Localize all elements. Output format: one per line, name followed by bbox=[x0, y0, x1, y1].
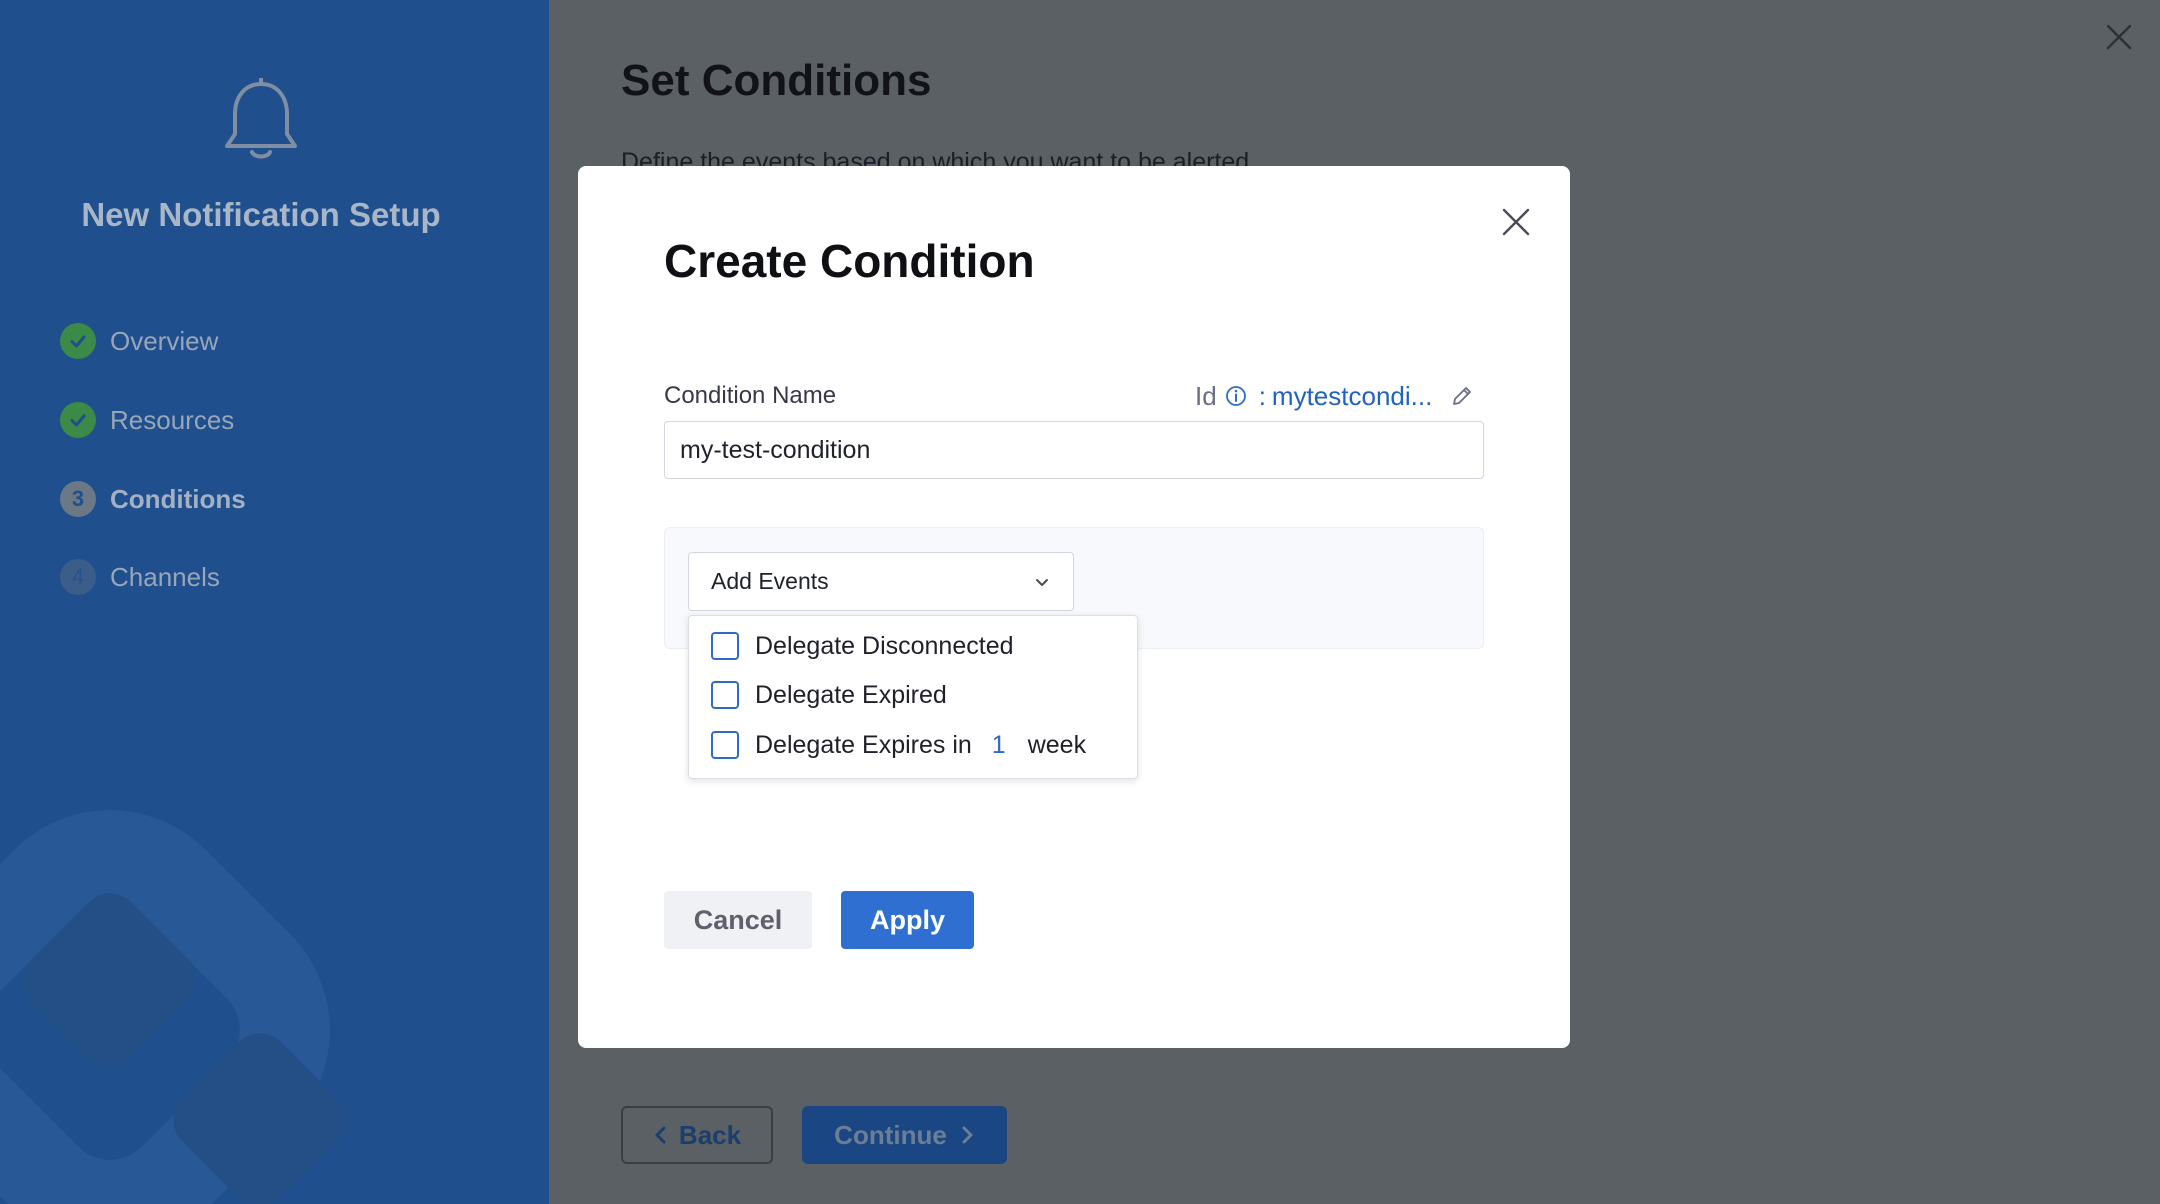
info-icon[interactable] bbox=[1225, 385, 1247, 407]
back-button[interactable]: Back bbox=[621, 1106, 773, 1164]
step-channels[interactable]: 4 Channels bbox=[60, 557, 220, 597]
condition-name-label: Condition Name bbox=[664, 382, 837, 409]
step-label: Resources bbox=[110, 404, 235, 435]
identifier-row: Id : mytestcondi... bbox=[1195, 380, 1474, 412]
sidebar-decoration bbox=[0, 810, 347, 1204]
chevron-down-icon bbox=[1036, 578, 1048, 586]
expiry-count-input[interactable]: 1 bbox=[992, 731, 1006, 760]
close-icon[interactable] bbox=[1500, 206, 1532, 238]
step-overview[interactable]: Overview bbox=[60, 321, 218, 361]
dialog-title: Create Condition bbox=[664, 235, 1035, 287]
continue-button[interactable]: Continue bbox=[802, 1106, 1007, 1164]
step-label: Conditions bbox=[110, 483, 246, 514]
bell-icon bbox=[225, 78, 297, 159]
checkbox[interactable] bbox=[711, 632, 739, 660]
wizard-title: New Notification Setup bbox=[81, 196, 441, 233]
back-label: Back bbox=[678, 1119, 742, 1150]
option-label: Delegate Expires in bbox=[755, 730, 972, 759]
event-option-delegate-disconnected[interactable]: Delegate Disconnected bbox=[711, 629, 1014, 663]
add-events-select[interactable]: Add Events bbox=[688, 552, 1074, 611]
pencil-icon[interactable] bbox=[1450, 384, 1474, 408]
chevron-left-icon bbox=[655, 1126, 666, 1144]
page-title: Set Conditions bbox=[621, 56, 932, 105]
cancel-button[interactable]: Cancel bbox=[664, 891, 812, 949]
step-resources[interactable]: Resources bbox=[60, 400, 234, 440]
id-label: Id bbox=[1195, 380, 1217, 411]
checkbox[interactable] bbox=[711, 681, 739, 709]
apply-button[interactable]: Apply bbox=[841, 891, 974, 949]
step-number-badge: 4 bbox=[60, 559, 96, 595]
wizard-sidebar: New Notification Setup Overview Resource… bbox=[0, 0, 549, 1204]
expiry-unit-label: week bbox=[1027, 730, 1087, 759]
continue-label: Continue bbox=[834, 1119, 947, 1150]
checkbox[interactable] bbox=[711, 731, 739, 759]
check-circle-icon bbox=[60, 323, 96, 359]
chevron-right-icon bbox=[962, 1126, 973, 1144]
event-option-delegate-expired[interactable]: Delegate Expired bbox=[711, 678, 947, 712]
step-conditions[interactable]: 3 Conditions bbox=[60, 479, 246, 519]
add-events-label: Add Events bbox=[711, 568, 829, 594]
id-value: mytestcondi... bbox=[1271, 380, 1433, 411]
option-label: Delegate Disconnected bbox=[755, 631, 1014, 660]
close-icon[interactable] bbox=[2104, 22, 2134, 52]
step-label: Channels bbox=[110, 561, 220, 592]
events-dropdown-menu: Delegate Disconnected Delegate Expired D… bbox=[688, 615, 1138, 779]
condition-name-input[interactable] bbox=[664, 421, 1484, 479]
option-label: Delegate Expired bbox=[755, 680, 947, 709]
id-separator: : bbox=[1258, 380, 1266, 411]
step-label: Overview bbox=[110, 325, 219, 356]
event-option-delegate-expires-in[interactable]: Delegate Expires in 1 week bbox=[711, 728, 1086, 762]
step-number-badge: 3 bbox=[60, 481, 96, 517]
check-circle-icon bbox=[60, 402, 96, 438]
